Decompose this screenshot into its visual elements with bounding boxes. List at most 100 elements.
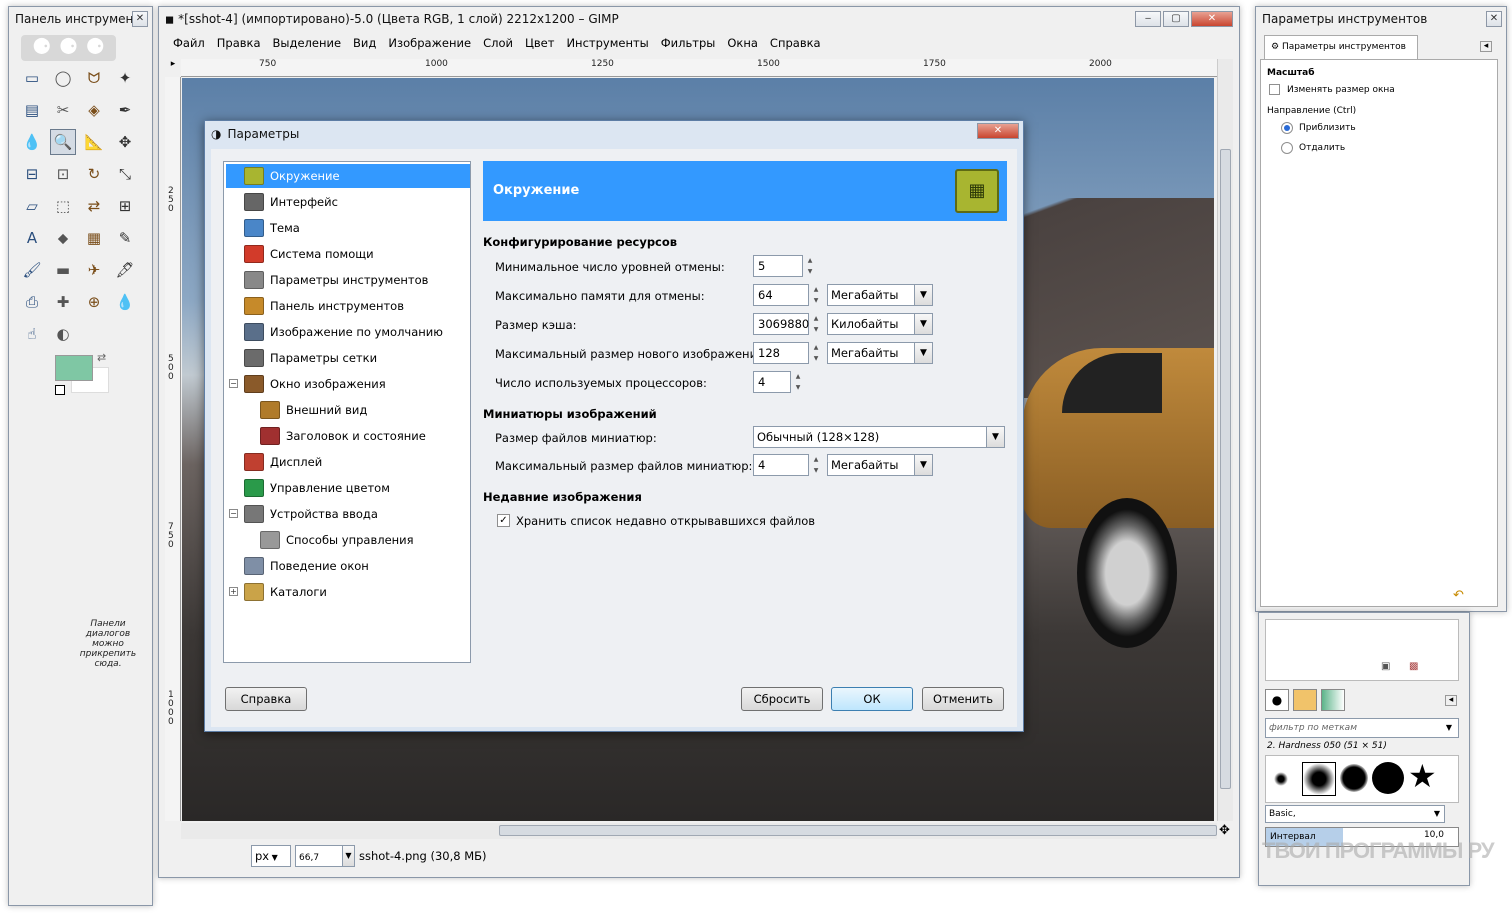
tree-item[interactable]: Система помощи <box>226 242 470 266</box>
tree-item[interactable]: Заголовок и состояние <box>226 424 470 448</box>
vertical-ruler[interactable]: 250 500 750 1000 <box>165 77 181 821</box>
new-image-unit-select[interactable]: Мегабайты ▼ <box>827 342 933 364</box>
airbrush-tool-icon[interactable]: ✈ <box>81 257 107 283</box>
cage-tool-icon[interactable]: ⊞ <box>112 193 138 219</box>
foreground-select-tool-icon[interactable]: ◈ <box>81 97 107 123</box>
chevron-down-icon[interactable]: ▼ <box>986 427 1004 447</box>
thumb-size-select[interactable]: Обычный (128×128) ▼ <box>753 426 1005 448</box>
spin-arrows-icon[interactable]: ▲ ▼ <box>804 255 816 277</box>
undo-levels-spinner[interactable]: 5 ▲ ▼ <box>753 255 812 277</box>
spin-arrows-icon[interactable]: ▲ ▼ <box>810 313 822 335</box>
zoom-in-radio[interactable] <box>1281 122 1293 134</box>
move-tool-icon[interactable]: ✥ <box>112 129 138 155</box>
vertical-scroll-thumb[interactable] <box>1220 149 1231 789</box>
tree-item[interactable]: Изображение по умолчанию <box>226 320 470 344</box>
cpu-spinner[interactable]: 4 ▲ ▼ <box>753 371 800 393</box>
ink-tool-icon[interactable]: 🖋 <box>112 257 138 283</box>
star-brush-icon[interactable]: ★ <box>1408 758 1437 794</box>
gradients-tab[interactable] <box>1321 689 1345 711</box>
expand-icon[interactable]: + <box>229 587 238 596</box>
menu-item-2[interactable]: Выделение <box>267 33 348 53</box>
zoom-out-radio[interactable] <box>1281 142 1293 154</box>
chevron-down-icon[interactable]: ▼ <box>914 343 932 363</box>
shear-tool-icon[interactable]: ▱ <box>19 193 45 219</box>
reset-button[interactable]: Сбросить <box>741 687 823 711</box>
close-button[interactable]: ✕ <box>1191 11 1233 27</box>
zoom-tool-icon[interactable]: 🔍 <box>50 129 76 155</box>
chevron-down-icon[interactable]: ▼ <box>914 455 932 475</box>
tree-item[interactable]: Поведение окон <box>226 554 470 578</box>
panel-menu-icon[interactable]: ◂ <box>1480 41 1492 52</box>
resize-window-label[interactable]: Изменять размер окна <box>1287 85 1395 95</box>
scale-tool-icon[interactable]: ⤡ <box>112 161 138 187</box>
cancel-button[interactable]: Отменить <box>922 687 1004 711</box>
menu-item-0[interactable]: Файл <box>167 33 211 53</box>
brush-hardness-100[interactable] <box>1372 762 1404 794</box>
color-select-tool-icon[interactable]: ▤ <box>19 97 45 123</box>
rect-select-tool-icon[interactable]: ▭ <box>19 65 45 91</box>
zoom-out-label[interactable]: Отдалить <box>1299 143 1345 153</box>
quickmask-corner-icon[interactable]: ▸ <box>165 59 181 77</box>
tree-item[interactable]: Параметры инструментов <box>226 268 470 292</box>
eraser-tool-icon[interactable]: ▬ <box>50 257 76 283</box>
perspective-tool-icon[interactable]: ⬚ <box>50 193 76 219</box>
tree-item[interactable]: + Каталоги <box>226 580 470 604</box>
horizontal-scrollbar[interactable] <box>181 823 1217 839</box>
brush-hardness-075[interactable] <box>1340 764 1368 792</box>
measure-tool-icon[interactable]: 📐 <box>81 129 107 155</box>
tree-item[interactable]: Интерфейс <box>226 190 470 214</box>
smudge-tool-icon[interactable]: ☝ <box>19 321 45 347</box>
recent-label[interactable]: Хранить список недавно открывавшихся фай… <box>516 514 815 528</box>
layer-action-icon[interactable]: ▣ <box>1381 661 1390 672</box>
delete-action-icon[interactable]: ▩ <box>1409 661 1418 672</box>
patterns-tab[interactable] <box>1293 689 1317 711</box>
crop-tool-icon[interactable]: ⊡ <box>50 161 76 187</box>
menu-item-6[interactable]: Цвет <box>519 33 560 53</box>
align-tool-icon[interactable]: ⊟ <box>19 161 45 187</box>
menu-item-5[interactable]: Слой <box>477 33 519 53</box>
horizontal-ruler[interactable]: 750 1000 1250 1500 1750 2000 <box>181 59 1221 77</box>
preferences-close-button[interactable]: ✕ <box>977 123 1019 139</box>
pencil-tool-icon[interactable]: ✎ <box>112 225 138 251</box>
collapse-icon[interactable]: − <box>229 509 238 518</box>
recent-checkbox[interactable]: ✓ <box>497 514 510 527</box>
clone-tool-icon[interactable]: ⎙ <box>19 289 45 315</box>
zoom-dropdown-icon[interactable]: ▼ <box>342 846 354 866</box>
brush-tag-filter[interactable]: фильтр по меткам ▼ <box>1265 718 1459 738</box>
tool-options-close-button[interactable]: ✕ <box>1486 11 1502 27</box>
tree-item[interactable]: Дисплей <box>226 450 470 474</box>
text-tool-icon[interactable]: A <box>19 225 45 251</box>
cache-unit-select[interactable]: Килобайты ▼ <box>827 313 933 335</box>
minimize-button[interactable]: ‒ <box>1135 11 1161 27</box>
zoom-in-label[interactable]: Приблизить <box>1299 123 1356 133</box>
spin-arrows-icon[interactable]: ▲ ▼ <box>792 371 804 393</box>
chevron-down-icon[interactable]: ▼ <box>914 285 932 305</box>
tree-item[interactable]: Способы управления <box>226 528 470 552</box>
vertical-scrollbar[interactable] <box>1217 59 1233 821</box>
tree-item[interactable]: − Окно изображения <box>226 372 470 396</box>
collapse-icon[interactable]: − <box>229 379 238 388</box>
tool-options-titlebar[interactable]: Параметры инструментов <box>1256 7 1506 31</box>
reset-defaults-icon[interactable]: ↶ <box>1453 588 1464 603</box>
navigate-icon[interactable]: ✥ <box>1219 823 1230 838</box>
blur-tool-icon[interactable]: 💧 <box>112 289 138 315</box>
help-button[interactable]: Справка <box>225 687 307 711</box>
spin-arrows-icon[interactable]: ▲ ▼ <box>810 342 822 364</box>
new-image-spinner[interactable]: 128 ▲ ▼ <box>753 342 818 364</box>
flip-tool-icon[interactable]: ⇄ <box>81 193 107 219</box>
tree-item[interactable]: Панель инструментов <box>226 294 470 318</box>
paths-tool-icon[interactable]: ✒ <box>112 97 138 123</box>
spin-arrows-icon[interactable]: ▲ ▼ <box>810 454 822 476</box>
resize-window-checkbox[interactable] <box>1269 84 1280 95</box>
undo-mem-unit-select[interactable]: Мегабайты ▼ <box>827 284 933 306</box>
brush-hardness-050[interactable] <box>1302 762 1336 796</box>
ok-button[interactable]: ОК <box>831 687 913 711</box>
chevron-down-icon[interactable]: ▼ <box>1446 719 1452 737</box>
spin-arrows-icon[interactable]: ▲ ▼ <box>810 284 822 306</box>
rotate-tool-icon[interactable]: ↻ <box>81 161 107 187</box>
tree-item[interactable]: − Устройства ввода <box>226 502 470 526</box>
menu-item-8[interactable]: Фильтры <box>655 33 722 53</box>
tree-item[interactable]: Внешний вид <box>226 398 470 422</box>
tree-item[interactable]: Окружение <box>226 164 470 188</box>
toolbox-titlebar[interactable]: Панель инструмен <box>9 7 152 31</box>
